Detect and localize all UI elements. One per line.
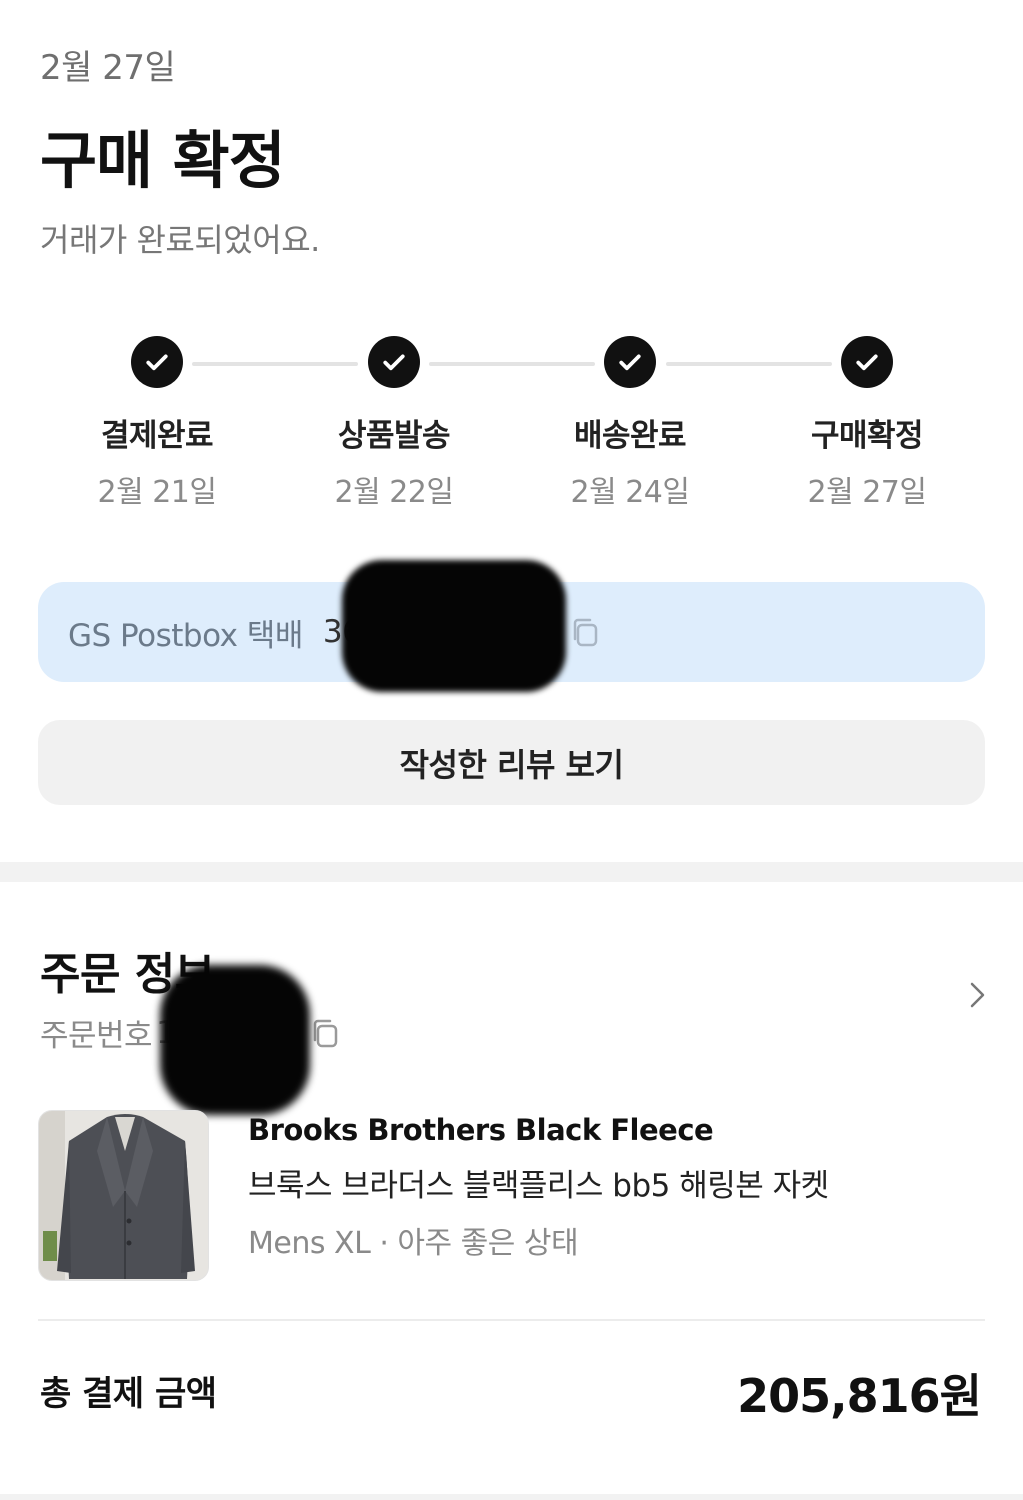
progress-stepper: 결제완료 2월 21일 상품발송 2월 22일 배송완료 2월 24일 구매확정… xyxy=(0,336,1023,516)
step-date: 2월 24일 xyxy=(570,475,691,510)
chevron-right-icon[interactable] xyxy=(962,980,992,1010)
order-number-label: 주문번호 xyxy=(40,1018,153,1054)
product-name: 브룩스 브라더스 블랙플리스 bb5 해링본 자켓 xyxy=(248,1168,829,1204)
step-label: 배송완료 xyxy=(573,418,687,454)
step-purchase-confirmed: 구매확정 2월 27일 xyxy=(767,336,967,511)
product-meta: Mens XL · 아주 좋은 상태 xyxy=(248,1226,579,1261)
step-delivered: 배송완료 2월 24일 xyxy=(530,336,730,511)
view-review-button[interactable]: 작성한 리뷰 보기 xyxy=(38,720,985,805)
total-amount-value: 205,816원 xyxy=(737,1369,982,1423)
check-icon xyxy=(604,336,656,388)
check-icon xyxy=(368,336,420,388)
step-label: 결제완료 xyxy=(100,418,214,454)
check-icon xyxy=(841,336,893,388)
page-title: 구매 확정 xyxy=(40,124,286,197)
status-date: 2월 27일 xyxy=(40,48,176,88)
tracking-carrier: GS Postbox 택배 xyxy=(68,617,303,654)
step-date: 2월 22일 xyxy=(334,475,455,510)
section-divider xyxy=(0,862,1023,882)
total-amount-label: 총 결제 금액 xyxy=(40,1374,217,1414)
redaction-mark xyxy=(160,965,310,1115)
copy-icon[interactable] xyxy=(568,615,602,649)
step-date: 2월 21일 xyxy=(97,475,218,510)
step-label: 구매확정 xyxy=(810,418,924,454)
product-image[interactable] xyxy=(38,1110,209,1281)
product-brand: Brooks Brothers Black Fleece xyxy=(248,1113,714,1147)
purchase-status-panel: 2월 27일 구매 확정 거래가 완료되었어요. 결제완료 2월 21일 상품발… xyxy=(0,0,1023,862)
step-payment-complete: 결제완료 2월 21일 xyxy=(57,336,257,511)
redaction-mark xyxy=(342,560,566,692)
divider xyxy=(38,1319,985,1321)
check-icon xyxy=(131,336,183,388)
step-date: 2월 27일 xyxy=(807,475,928,510)
section-divider xyxy=(0,1494,1023,1500)
step-shipped: 상품발송 2월 22일 xyxy=(294,336,494,511)
status-subtitle: 거래가 완료되었어요. xyxy=(40,221,320,259)
step-label: 상품발송 xyxy=(337,418,451,454)
copy-icon[interactable] xyxy=(308,1016,342,1050)
